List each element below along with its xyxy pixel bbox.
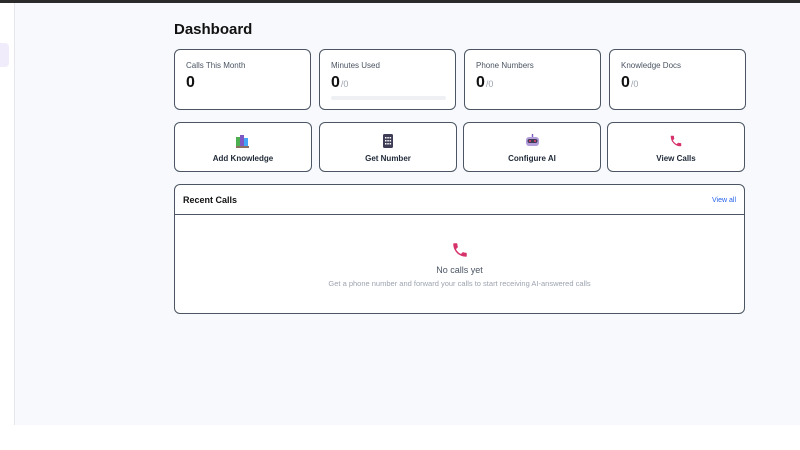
stat-value: 0/0 <box>476 74 494 91</box>
page-title: Dashboard <box>174 21 253 38</box>
stat-card-minutes: Minutes Used 0/0 <box>319 49 456 110</box>
add-knowledge-button[interactable]: Add Knowledge <box>174 122 312 172</box>
main-content: Dashboard Calls This Month 0 Minutes Use… <box>15 3 800 425</box>
action-label: Get Number <box>365 154 411 163</box>
sidebar <box>0 3 15 425</box>
minutes-progress-bar <box>331 96 446 100</box>
stat-label: Knowledge Docs <box>621 61 682 70</box>
stat-value: 0/0 <box>621 74 639 91</box>
page-bottom-area <box>0 425 800 450</box>
recent-calls-panel: Recent Calls View all No calls yet Get a… <box>174 184 745 314</box>
stat-label: Phone Numbers <box>476 61 534 70</box>
stat-label: Calls This Month <box>186 61 246 70</box>
stat-label: Minutes Used <box>331 61 380 70</box>
action-label: Configure AI <box>508 154 556 163</box>
phone-icon <box>668 133 684 149</box>
phone-keypad-icon <box>380 133 396 149</box>
empty-state-title: No calls yet <box>436 265 483 275</box>
stat-value: 0 <box>186 74 195 91</box>
view-calls-button[interactable]: View Calls <box>607 122 745 172</box>
view-all-link[interactable]: View all <box>712 197 736 204</box>
stat-card-knowledge-docs: Knowledge Docs 0/0 <box>609 49 746 110</box>
action-label: Add Knowledge <box>212 154 274 163</box>
action-label: View Calls <box>656 154 696 163</box>
empty-state-subtitle: Get a phone number and forward your call… <box>328 279 591 288</box>
stat-card-calls: Calls This Month 0 <box>174 49 311 110</box>
books-icon <box>235 133 251 149</box>
sidebar-active-item[interactable] <box>0 43 9 67</box>
stat-value: 0/0 <box>331 74 349 91</box>
recent-calls-header: Recent Calls View all <box>175 185 744 215</box>
robot-icon <box>524 133 540 149</box>
phone-icon <box>451 241 469 259</box>
stat-card-phone-numbers: Phone Numbers 0/0 <box>464 49 601 110</box>
get-number-button[interactable]: Get Number <box>319 122 457 172</box>
configure-ai-button[interactable]: Configure AI <box>463 122 601 172</box>
recent-calls-title: Recent Calls <box>183 195 238 205</box>
